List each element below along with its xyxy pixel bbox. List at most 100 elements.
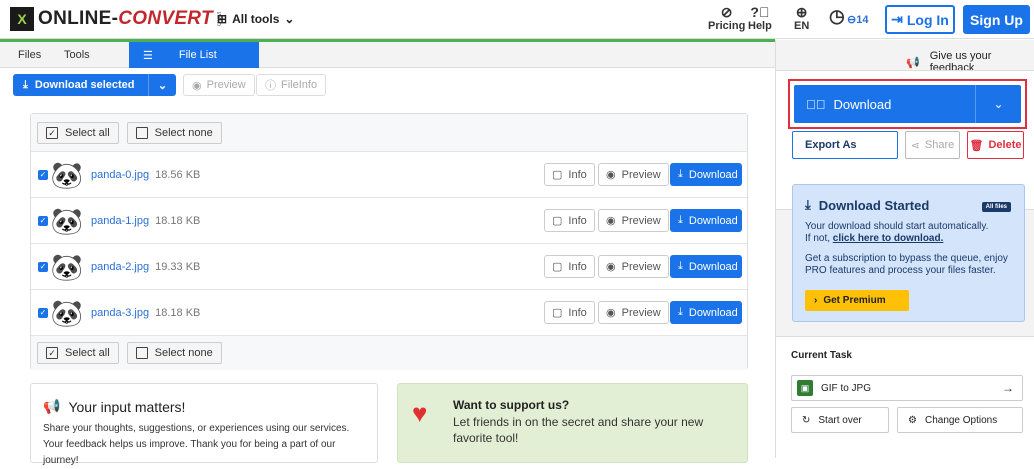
download-icon: ⤓ <box>678 260 683 272</box>
pricing-label: Pricing <box>708 20 746 32</box>
file-name-link[interactable]: panda-0.jpg 18.56 KB <box>91 169 200 181</box>
credits-counter[interactable]: ⊖14 <box>847 13 868 26</box>
chevron-down-icon[interactable]: ⌄ <box>149 79 176 92</box>
help-link[interactable]: ?⃝ Help <box>748 4 772 33</box>
heart-icon: ♥ <box>412 398 428 428</box>
signup-button[interactable]: Sign Up <box>963 5 1030 34</box>
coin-icon: ⊖ <box>847 14 857 26</box>
file-row: ✓ 🐼 panda-1.jpg 18.18 KB ▢ Info ◉ Preview ⤓… <box>31 197 747 243</box>
select-all-button[interactable]: ✓ Select all <box>37 122 119 144</box>
file-name-link[interactable]: panda-2.jpg 19.33 KB <box>91 261 200 273</box>
info-button[interactable]: ▢ Info <box>544 163 595 186</box>
file-checkbox[interactable]: ✓ <box>38 307 48 318</box>
download-button[interactable]: ⤓ Download <box>670 209 742 232</box>
globe-icon: ⊕ <box>795 4 808 20</box>
start-over-button[interactable]: ↻ Start over <box>791 407 889 433</box>
pricing-link[interactable]: ⊘ Pricing <box>708 4 746 33</box>
eye-icon: ◉ <box>192 79 202 92</box>
support-title: Want to support us? <box>453 398 570 412</box>
select-none-button[interactable]: Select none <box>126 122 222 144</box>
feedback-line-1: Share your thoughts, suggestions, or exp… <box>43 423 350 434</box>
selection-row-top: ✓ Select all Select none <box>31 114 747 152</box>
file-row: ✓ 🐼 panda-0.jpg 18.56 KB ▢ Info ◉ Preview ⤓… <box>31 151 747 197</box>
checkbox-empty-icon <box>135 347 148 359</box>
download-icon: ⤓ <box>678 214 683 226</box>
share-icon: ⋖ <box>910 139 920 152</box>
file-checkbox[interactable]: ✓ <box>38 215 48 226</box>
file-checkbox[interactable]: ✓ <box>38 169 48 180</box>
preview-button[interactable]: ◉ Preview <box>598 301 669 324</box>
delete-button[interactable]: 🗑 Delete <box>967 131 1024 159</box>
selection-row-bottom: ✓ Select all Select none <box>31 335 747 370</box>
preview-button[interactable]: ◉ Preview <box>598 163 669 186</box>
file-size: 18.18 KB <box>155 306 201 319</box>
download-button[interactable]: ⤓ Download <box>670 163 742 186</box>
file-name-link[interactable]: panda-1.jpg 18.18 KB <box>91 215 200 227</box>
file-name-link[interactable]: panda-3.jpg 18.18 KB <box>91 307 200 319</box>
eye-icon: ◉ <box>606 261 616 273</box>
download-icon: ⤓ <box>23 78 28 91</box>
select-none-label: Select none <box>154 347 213 359</box>
download-started-title: ⤓ Download Started <box>805 197 930 213</box>
tab-bar: Files Tools ☰ File List <box>0 42 775 68</box>
download-button[interactable]: ✓⃝ Download ⌄ <box>794 85 1021 123</box>
download-selected-button[interactable]: ⤓ Download selected ⌄ <box>13 74 176 96</box>
preview-button[interactable]: ◉ Preview <box>598 209 669 232</box>
chevron-right-icon: › <box>814 295 818 306</box>
list-icon: ☰ <box>143 49 153 62</box>
login-icon: ⇥ <box>891 11 903 27</box>
current-task-title: Current Task <box>791 350 852 361</box>
arrow-right-icon: → <box>1002 381 1014 395</box>
history-icon[interactable]: ◷ <box>829 7 845 25</box>
info-button[interactable]: ▢ Info <box>544 209 595 232</box>
language-selector[interactable]: ⊕ EN <box>794 4 809 33</box>
file-list-panel: ✓ Select all Select none ✓ 🐼 panda-0.jpg 1… <box>30 113 748 370</box>
support-card[interactable]: ♥ Want to support us? Let friends in on … <box>397 383 748 463</box>
download-icon: ⤓ <box>805 197 811 212</box>
panda-thumbnail: 🐼 <box>50 251 84 282</box>
feedback-line-2: Your feedback helps us improve. Thank yo… <box>43 439 336 466</box>
gears-icon: ⚙ <box>908 414 917 426</box>
select-none-label: Select none <box>154 127 213 139</box>
get-premium-button[interactable]: › Get Premium <box>805 290 909 311</box>
eye-icon: ◉ <box>606 215 616 227</box>
help-icon: ?⃝ <box>750 4 770 20</box>
grid-icon: ⊞ <box>217 12 228 26</box>
download-icon: ⤓ <box>678 168 683 180</box>
tab-tools[interactable]: Tools <box>64 42 90 68</box>
tab-file-list[interactable]: ☰ File List <box>129 42 259 68</box>
change-options-button[interactable]: ⚙ Change Options <box>897 407 1023 433</box>
subscription-text: Get a subscription to bypass the queue, … <box>805 253 1008 276</box>
eye-icon: ◉ <box>606 307 616 319</box>
click-here-link[interactable]: click here to download. <box>833 233 944 244</box>
select-none-button[interactable]: Select none <box>126 342 222 364</box>
file-info-icon: ▢ <box>552 261 563 273</box>
chevron-down-icon: ⌄ <box>284 12 295 26</box>
preview-button[interactable]: ◉ Preview <box>598 255 669 278</box>
download-selected-label: Download selected <box>34 79 135 91</box>
credits-value: 14 <box>856 14 869 26</box>
file-checkbox[interactable]: ✓ <box>38 261 48 272</box>
select-all-button[interactable]: ✓ Select all <box>37 342 119 364</box>
all-tools-menu[interactable]: ⊞ All tools ⌄ <box>217 12 294 26</box>
check-circle-icon: ✓⃝ <box>806 96 826 112</box>
site-logo[interactable]: X ONLINE-CONVERT COM <box>10 7 223 31</box>
login-button[interactable]: ⇥ Log In <box>885 5 955 34</box>
file-size: 19.33 KB <box>155 260 201 273</box>
file-info-icon: ▢ <box>552 215 563 227</box>
info-button[interactable]: ▢ Info <box>544 301 595 324</box>
preview-button[interactable]: ◉ Preview <box>183 74 255 96</box>
fileinfo-button[interactable]: ⓘ FileInfo <box>256 74 327 96</box>
tag-icon: ⊘ <box>720 4 733 20</box>
current-task-item[interactable]: ▣ GIF to JPG → <box>791 375 1023 401</box>
download-button[interactable]: ⤓ Download <box>670 301 742 324</box>
current-task-section: Current Task ▣ GIF to JPG → ↻ Start over … <box>776 336 1034 458</box>
trash-icon: 🗑 <box>969 139 984 152</box>
download-button[interactable]: ⤓ Download <box>670 255 742 278</box>
tab-files[interactable]: Files <box>18 42 41 68</box>
info-button[interactable]: ▢ Info <box>544 255 595 278</box>
share-button[interactable]: ⋖ Share <box>905 131 960 159</box>
chevron-down-icon[interactable]: ⌄ <box>976 97 1021 111</box>
support-text: Let friends in on the secret and share y… <box>453 415 704 445</box>
export-as-button[interactable]: Export As <box>792 131 898 159</box>
